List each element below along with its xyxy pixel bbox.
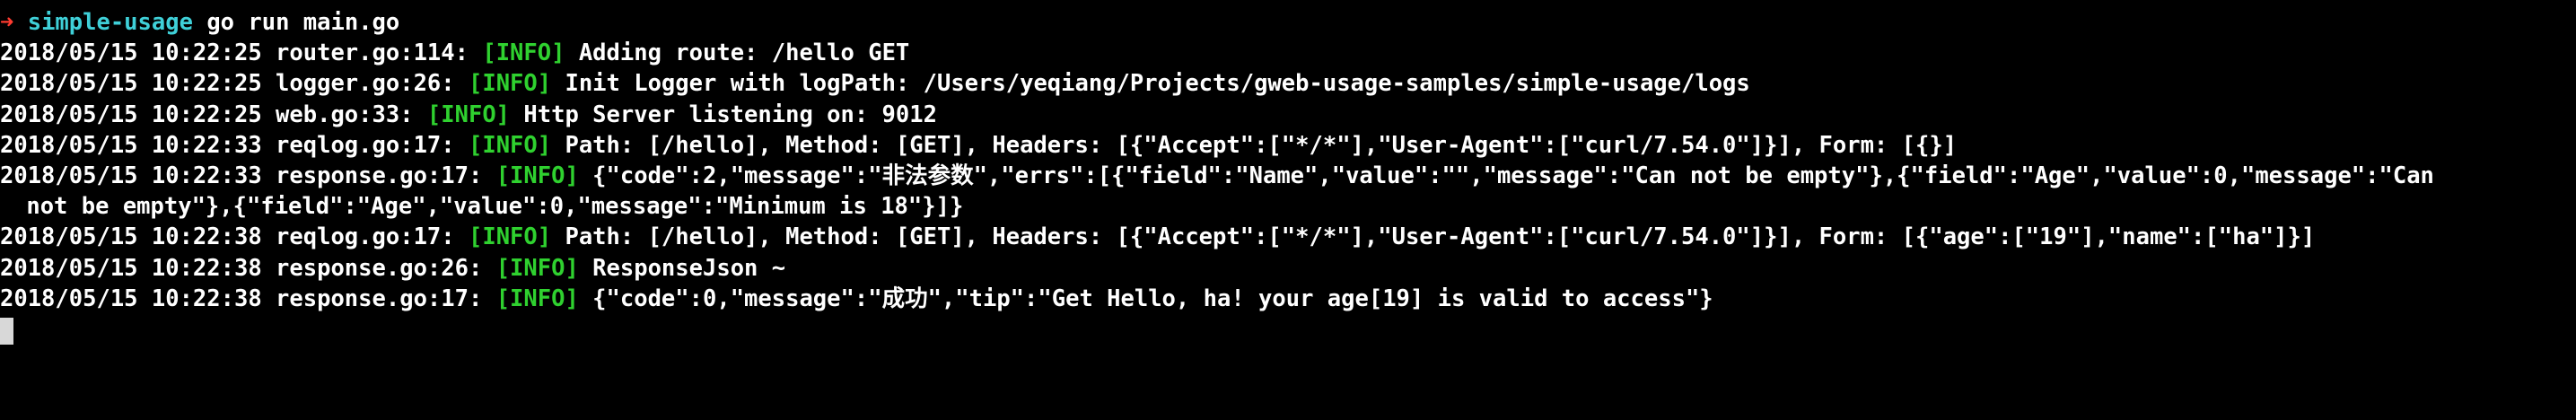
- log-level: [INFO]: [495, 254, 579, 282]
- log-prefix: 2018/05/15 10:22:25 logger.go:26:: [0, 70, 469, 98]
- log-message: not be empty"},{"field":"Age","value":0,…: [13, 193, 964, 221]
- log-message: Path: [/hello], Method: [GET], Headers: …: [551, 131, 1958, 159]
- log-line: 2018/05/15 10:22:38 reqlog.go:17: [INFO]…: [0, 222, 2576, 252]
- log-line: 2018/05/15 10:22:25 web.go:33: [INFO] Ht…: [0, 100, 2576, 130]
- log-message: ResponseJson ~: [578, 254, 786, 282]
- log-line-continuation: not be empty"},{"field":"Age","value":0,…: [0, 191, 2576, 222]
- terminal-window[interactable]: ➜ simple-usage go run main.go 2018/05/15…: [0, 0, 2576, 420]
- prompt-directory: simple-usage: [27, 9, 193, 36]
- log-level: [INFO]: [468, 70, 552, 98]
- log-line: 2018/05/15 10:22:38 response.go:26: [INF…: [0, 253, 2576, 284]
- log-line: 2018/05/15 10:22:25 router.go:114: [INFO…: [0, 38, 2576, 68]
- log-message: Adding route: /hello GET: [565, 39, 910, 67]
- prompt-line: ➜ simple-usage go run main.go: [0, 7, 2576, 38]
- log-prefix: 2018/05/15 10:22:33 response.go:17:: [0, 162, 496, 189]
- prompt-arrow-icon: ➜: [0, 9, 14, 36]
- log-level: [INFO]: [426, 101, 511, 128]
- log-level: [INFO]: [495, 284, 579, 312]
- log-message: {"code":0,"message":"成功","tip":"Get Hell…: [578, 284, 1713, 312]
- log-line: 2018/05/15 10:22:33 reqlog.go:17: [INFO]…: [0, 130, 2576, 161]
- log-prefix: 2018/05/15 10:22:33 reqlog.go:17:: [0, 131, 469, 159]
- log-line: 2018/05/15 10:22:38 response.go:17: [INF…: [0, 284, 2576, 314]
- log-level: [INFO]: [495, 162, 579, 189]
- input-line[interactable]: [0, 314, 2576, 345]
- log-level: [INFO]: [468, 131, 552, 159]
- log-level: [INFO]: [468, 223, 552, 251]
- log-message: Path: [/hello], Method: [GET], Headers: …: [551, 223, 2316, 251]
- text-cursor: [0, 317, 13, 345]
- log-message: {"code":2,"message":"非法参数","errs":[{"fie…: [578, 162, 2434, 189]
- log-prefix: 2018/05/15 10:22:38 response.go:17:: [0, 284, 496, 312]
- log-prefix: 2018/05/15 10:22:38 response.go:26:: [0, 254, 496, 282]
- log-message: Init Logger with logPath: /Users/yeqiang…: [551, 70, 1750, 98]
- log-prefix: 2018/05/15 10:22:25 web.go:33:: [0, 101, 427, 128]
- log-prefix: 2018/05/15 10:22:38 reqlog.go:17:: [0, 223, 469, 251]
- log-line: 2018/05/15 10:22:33 response.go:17: [INF…: [0, 161, 2576, 191]
- log-message: Http Server listening on: 9012: [510, 101, 937, 128]
- prompt-command: go run main.go: [206, 9, 400, 36]
- log-prefix: 2018/05/15 10:22:25 router.go:114:: [0, 39, 483, 67]
- log-level: [INFO]: [482, 39, 565, 67]
- log-line: 2018/05/15 10:22:25 logger.go:26: [INFO]…: [0, 68, 2576, 99]
